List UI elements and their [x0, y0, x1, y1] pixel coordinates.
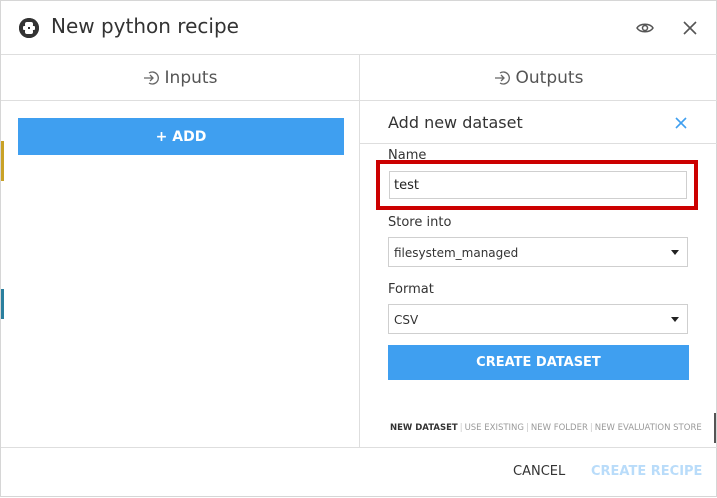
create-recipe-button[interactable]: CREATE RECIPE	[591, 464, 702, 479]
add-input-button[interactable]: + ADD	[18, 118, 344, 155]
format-value: CSV	[394, 313, 419, 327]
tab-separator: |	[459, 423, 463, 433]
cancel-button[interactable]: CANCEL	[513, 464, 565, 479]
dialog-header: New python recipe	[1, 1, 717, 55]
background-strip	[1, 289, 4, 319]
caret-down-icon	[671, 250, 679, 255]
background-strip	[714, 413, 716, 443]
output-mode-tabs: NEW DATASET | USE EXISTING | NEW FOLDER | NEW …	[390, 423, 702, 433]
sign-out-icon	[494, 70, 510, 85]
outputs-title: Outputs	[515, 67, 584, 88]
add-dataset-title: Add new dataset	[388, 113, 523, 132]
dialog: New python recipe Inputs Outputs + ADD A…	[0, 0, 717, 497]
close-icon[interactable]	[681, 19, 699, 41]
format-label: Format	[388, 282, 434, 297]
close-icon[interactable]	[674, 115, 688, 134]
tab-new-folder[interactable]: NEW FOLDER	[531, 423, 588, 433]
inputs-title: Inputs	[164, 67, 218, 88]
create-dataset-button[interactable]: CREATE DATASET	[388, 345, 689, 380]
store-into-label: Store into	[388, 215, 452, 230]
panel-separator	[360, 143, 717, 144]
store-into-select[interactable]: filesystem_managed	[388, 237, 688, 267]
tab-separator: |	[589, 423, 593, 433]
sign-in-icon	[143, 70, 159, 85]
tab-separator: |	[526, 423, 529, 433]
tab-new-evaluation-store[interactable]: NEW EVALUATION STORE	[595, 423, 702, 433]
inputs-header: Inputs	[1, 55, 359, 101]
tab-new-dataset[interactable]: NEW DATASET	[390, 423, 458, 433]
caret-down-icon	[671, 317, 679, 322]
background-strip	[1, 141, 4, 181]
store-into-value: filesystem_managed	[394, 246, 519, 260]
highlight-box	[376, 160, 698, 210]
dialog-title: New python recipe	[51, 14, 239, 38]
tab-use-existing[interactable]: USE EXISTING	[465, 423, 524, 433]
outputs-header: Outputs	[359, 55, 717, 101]
format-select[interactable]: CSV	[388, 304, 688, 334]
column-divider	[359, 55, 360, 447]
python-recipe-icon	[19, 18, 39, 38]
eye-icon[interactable]	[636, 19, 654, 41]
